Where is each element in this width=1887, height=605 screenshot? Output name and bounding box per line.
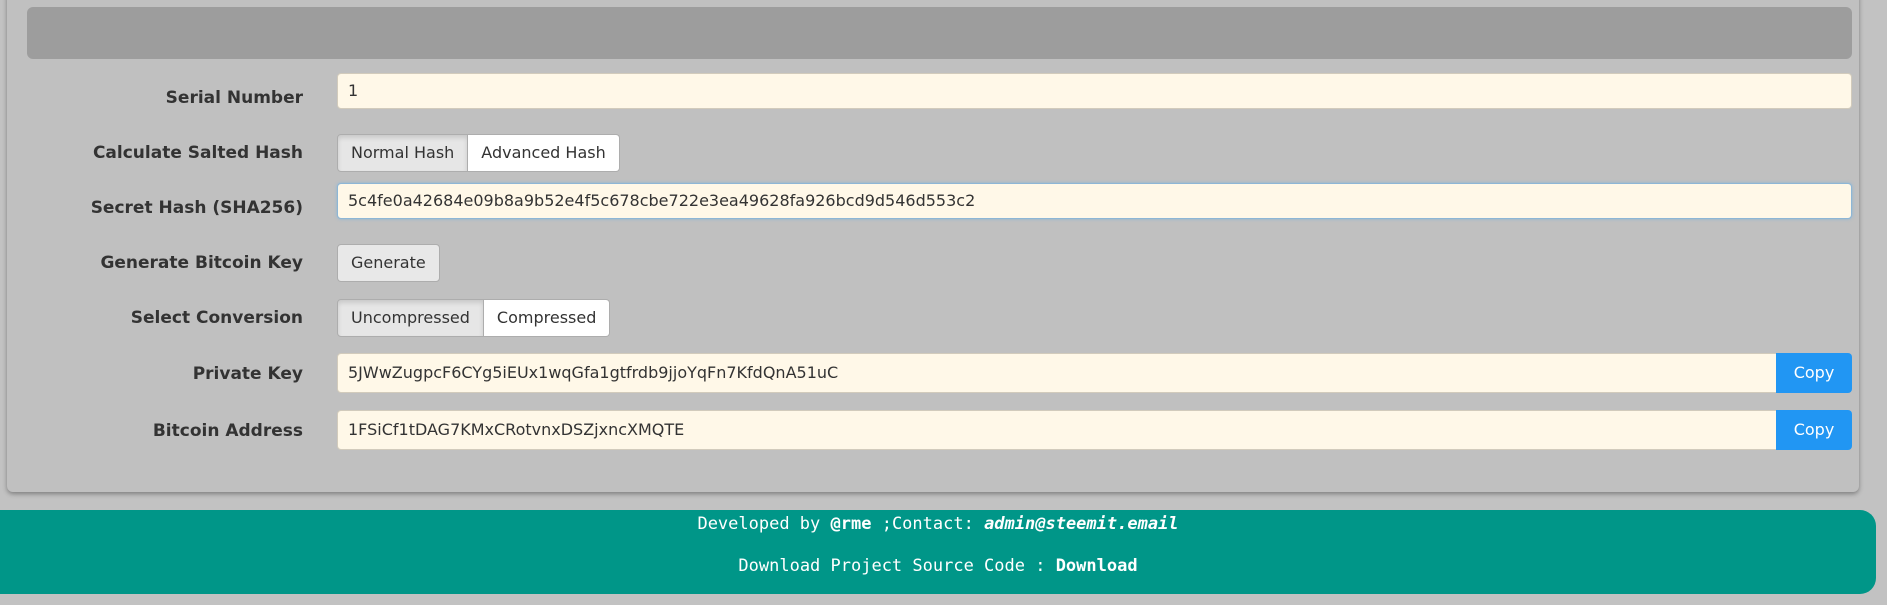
footer: Developed by @rme ;Contact: admin@steemi… [0, 510, 1876, 594]
copy-address-button[interactable]: Copy [1776, 410, 1852, 450]
secret-hash-input[interactable]: 5c4fe0a42684e09b8a9b52e4f5c678cbe722e3ea… [337, 183, 1852, 219]
compressed-button[interactable]: Compressed [483, 299, 611, 337]
conversion-group: Uncompressed Compressed [337, 299, 611, 337]
bitcoin-address-label: Bitcoin Address [152, 421, 303, 441]
download-line: Download Project Source Code : Download [0, 556, 1876, 576]
generate-button[interactable]: Generate [337, 244, 440, 282]
main-panel: Serial Number 1 Calculate Salted Hash No… [7, 0, 1859, 492]
bitcoin-address-input[interactable]: 1FSiCf1tDAG7KMxCRotvnxDSZjxncXMQTE [337, 410, 1777, 450]
normal-hash-button[interactable]: Normal Hash [337, 134, 469, 172]
serial-number-input[interactable]: 1 [337, 73, 1852, 109]
generate-key-label: Generate Bitcoin Key [100, 253, 303, 273]
contact-email-link[interactable]: admin@steemit.email [984, 514, 1178, 534]
conversion-label: Select Conversion [130, 308, 303, 328]
serial-number-label: Serial Number [165, 88, 303, 108]
uncompressed-button[interactable]: Uncompressed [337, 299, 484, 337]
panel-header [27, 7, 1852, 59]
generate-group: Generate [337, 244, 440, 282]
developer-link[interactable]: @rme [831, 514, 872, 534]
developed-prefix: Developed by [697, 514, 831, 534]
advanced-hash-button[interactable]: Advanced Hash [468, 134, 620, 172]
salted-hash-label: Calculate Salted Hash [92, 143, 303, 163]
hash-type-group: Normal Hash Advanced Hash [337, 134, 620, 172]
download-link[interactable]: Download [1056, 556, 1138, 576]
download-prefix: Download Project Source Code : [738, 556, 1056, 576]
contact-prefix: ;Contact: [871, 514, 985, 534]
private-key-label: Private Key [192, 364, 303, 384]
copy-private-key-button[interactable]: Copy [1776, 353, 1852, 393]
developed-by-line: Developed by @rme ;Contact: admin@steemi… [0, 514, 1876, 534]
secret-hash-label: Secret Hash (SHA256) [90, 198, 303, 218]
private-key-input[interactable]: 5JWwZugpcF6CYg5iEUx1wqGfa1gtfrdb9jjoYqFn… [337, 353, 1777, 393]
